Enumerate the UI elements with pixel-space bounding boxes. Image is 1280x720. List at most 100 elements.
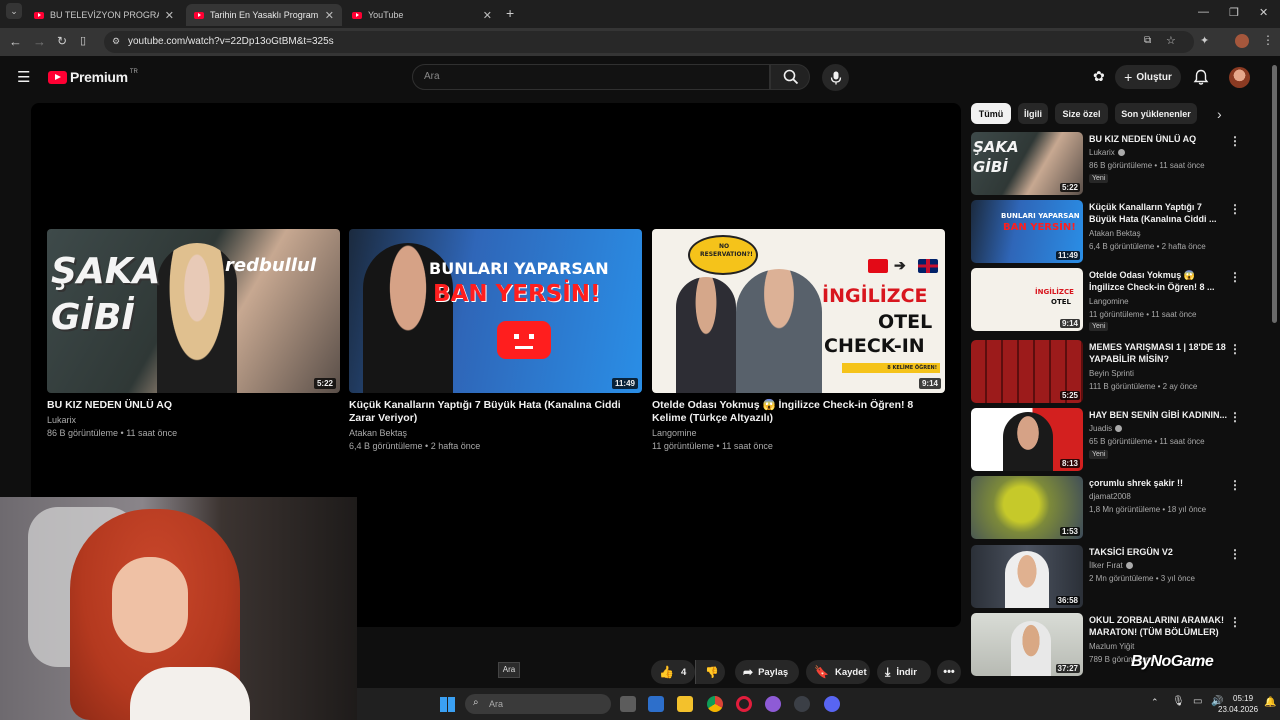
video-thumbnail[interactable]: BUNLARI YAPARSAN BAN YERSİN! 11:49 [349, 229, 642, 393]
tray-chevron-icon[interactable]: ⌃ [1151, 697, 1159, 708]
video-thumbnail[interactable]: 5:25 [971, 340, 1083, 403]
search-button[interactable] [770, 64, 810, 90]
recommendation-item[interactable]: 8:13 HAY BEN SENİN GİBİ KADININ... Juadi… [971, 408, 1251, 472]
save-button[interactable]: 🔖 Kaydet [806, 660, 870, 684]
channel-row[interactable]: Atakan Bektaş [1089, 229, 1141, 238]
video-title[interactable]: çorumlu shrek şakir !! [1089, 477, 1229, 489]
more-options-icon[interactable]: ⋮ [1229, 270, 1241, 284]
download-button[interactable]: ⤓ İndir [877, 660, 931, 684]
recommendation-item[interactable]: ŞAKA GİBİ 5:22 BU KIZ NEDEN ÜNLÜ AQ Luka… [971, 132, 1251, 196]
task-view-icon[interactable] [620, 696, 636, 712]
more-options-icon[interactable]: ⋮ [1229, 478, 1241, 492]
site-info-icon[interactable]: ⚙ [112, 36, 120, 47]
endscreen-card[interactable]: ŞAKA GİBİ redbullul 5:22 BU KIZ NEDEN ÜN… [47, 229, 340, 440]
more-options-icon[interactable]: ⋮ [1229, 134, 1241, 148]
video-thumbnail[interactable]: 37:27 [971, 613, 1083, 676]
youtube-studio-icon[interactable]: ✿ [1093, 68, 1105, 85]
video-thumbnail[interactable]: 1:53 [971, 476, 1083, 539]
chrome-icon[interactable] [707, 696, 723, 712]
video-thumbnail[interactable]: ŞAKA GİBİ 5:22 [971, 132, 1083, 195]
channel-name[interactable]: Lukarix [47, 414, 340, 427]
chip-related[interactable]: İlgili [1018, 103, 1048, 124]
video-title[interactable]: Küçük Kanalların Yaptığı 7 Büyük Hata (K… [349, 399, 642, 425]
more-options-icon[interactable]: ⋮ [1229, 547, 1241, 561]
more-options-icon[interactable]: ⋮ [1229, 202, 1241, 216]
extensions-icon[interactable]: ✦ [1200, 34, 1209, 47]
clock-time[interactable]: 05:19 [1233, 694, 1253, 703]
more-options-icon[interactable]: ⋮ [1229, 615, 1241, 629]
reload-icon[interactable]: ↻ [57, 34, 67, 48]
browser-menu-icon[interactable]: ⋮ [1262, 33, 1274, 47]
dislike-button[interactable]: 👎 [695, 660, 725, 684]
video-thumbnail[interactable]: ŞAKA GİBİ redbullul 5:22 [47, 229, 340, 393]
endscreen-card[interactable]: BUNLARI YAPARSAN BAN YERSİN! 11:49 Küçük… [349, 229, 642, 453]
endscreen-card[interactable]: NO RESERVATION?! ➔ İNGİLİZCE OTEL CHECK-… [652, 229, 945, 453]
video-title[interactable]: HAY BEN SENİN GİBİ KADININ... [1089, 409, 1229, 421]
video-thumbnail[interactable]: NO RESERVATION?! ➔ İNGİLİZCE OTEL CHECK-… [652, 229, 945, 393]
forward-icon[interactable]: → [33, 34, 46, 49]
share-button[interactable]: ➦ Paylaş [735, 660, 799, 684]
recommendation-item[interactable]: 5:25 MEMES YARIŞMASI 1 | 18'DE 18 YAPABİ… [971, 340, 1251, 404]
minimize-icon[interactable]: — [1198, 6, 1209, 18]
sidebar-icon[interactable]: ▯ [80, 34, 86, 47]
clock-date[interactable]: 23.04.2026 [1218, 705, 1258, 714]
maximize-icon[interactable]: ❐ [1229, 6, 1239, 19]
url-field[interactable]: ⚙ youtube.com/watch?v=22Dp13oGtBM&t=325s… [104, 31, 1194, 53]
notifications-bell-icon[interactable] [1193, 69, 1209, 86]
close-tab-icon[interactable]: ✕ [483, 9, 492, 22]
channel-row[interactable]: Mazlum Yiğit [1089, 642, 1134, 651]
video-title[interactable]: Otelde Odası Yokmuş 😱 İngilizce Check-in… [652, 399, 945, 425]
file-explorer-icon[interactable] [677, 696, 693, 712]
channel-name[interactable]: Atakan Bektaş [349, 427, 642, 440]
more-options-icon[interactable]: ⋮ [1229, 342, 1241, 356]
new-tab-icon[interactable]: + [506, 5, 514, 21]
steam-icon[interactable] [794, 696, 810, 712]
more-options-icon[interactable]: ⋮ [1229, 410, 1241, 424]
windows-start-icon[interactable] [440, 697, 455, 712]
video-title[interactable]: BU KIZ NEDEN ÜNLÜ AQ [47, 399, 340, 412]
bookmark-star-icon[interactable]: ☆ [1166, 34, 1176, 47]
microphone-tray-icon[interactable]: 🎙 [1172, 696, 1185, 707]
channel-row[interactable]: djamat2008 [1089, 492, 1131, 501]
like-button[interactable]: 👍 4 [651, 660, 695, 684]
account-avatar[interactable] [1229, 67, 1250, 88]
browser-tab[interactable]: YouTube ✕ [344, 4, 500, 26]
more-actions-button[interactable]: ••• [937, 660, 961, 684]
youtube-premium-logo[interactable]: Premium TR [48, 69, 138, 85]
tab-search-icon[interactable]: ⌄ [6, 3, 22, 19]
video-title[interactable]: Otelde Odası Yokmuş 😱 İngilizce Check-in… [1089, 269, 1229, 293]
channel-row[interactable]: Langomine [1089, 297, 1129, 306]
notification-center-icon[interactable]: 🔔 [1264, 697, 1276, 708]
channel-name[interactable]: Langomine [652, 427, 945, 440]
video-thumbnail[interactable]: 8:13 [971, 408, 1083, 471]
store-icon[interactable] [648, 696, 664, 712]
install-app-icon[interactable]: ⧉ [1144, 35, 1151, 46]
video-title[interactable]: OKUL ZORBALARINI ARAMAK! MARATON! (TÜM B… [1089, 614, 1229, 638]
chevron-right-icon[interactable]: › [1217, 106, 1222, 122]
voice-search-button[interactable] [822, 64, 849, 91]
recommendation-item[interactable]: 36:58 TAKSİCİ ERGÜN V2 İlker Fırat 2 Mn … [971, 545, 1251, 609]
browser-tab[interactable]: BU TELEVİZYON PROGRAM NA ✕ [26, 4, 182, 26]
channel-row[interactable]: İlker Fırat [1089, 561, 1133, 570]
opera-icon[interactable] [736, 696, 752, 712]
browser-tab-active[interactable]: Tarihin En Yasaklı Programını İzl ✕ [186, 4, 342, 26]
video-thumbnail[interactable]: İNGİLİZCE OTEL 9:14 [971, 268, 1083, 331]
video-title[interactable]: MEMES YARIŞMASI 1 | 18'DE 18 YAPABİLİR M… [1089, 341, 1229, 365]
recommendation-item[interactable]: BUNLARI YAPARSAN BAN YERSİN! 11:49 Küçük… [971, 200, 1251, 264]
page-scrollbar[interactable] [1272, 65, 1277, 323]
close-tab-icon[interactable]: ✕ [325, 9, 334, 22]
create-button[interactable]: + Oluştur [1115, 65, 1181, 89]
video-thumbnail[interactable]: 36:58 [971, 545, 1083, 608]
channel-row[interactable]: Juadis [1089, 424, 1123, 433]
discord-icon[interactable] [824, 696, 840, 712]
recommendation-item[interactable]: İNGİLİZCE OTEL 9:14 Otelde Odası Yokmuş … [971, 268, 1251, 332]
video-title[interactable]: BU KIZ NEDEN ÜNLÜ AQ [1089, 133, 1229, 145]
video-title[interactable]: Küçük Kanalların Yaptığı 7 Büyük Hata (K… [1089, 201, 1229, 225]
profile-avatar-icon[interactable] [1235, 34, 1249, 48]
chip-all[interactable]: Tümü [971, 103, 1011, 124]
hamburger-menu-icon[interactable]: ☰ [17, 68, 30, 86]
channel-row[interactable]: Lukarix [1089, 148, 1125, 157]
search-input[interactable]: Ara [412, 64, 770, 90]
chip-for-you[interactable]: Size özel [1055, 103, 1108, 124]
video-title[interactable]: TAKSİCİ ERGÜN V2 [1089, 546, 1229, 558]
